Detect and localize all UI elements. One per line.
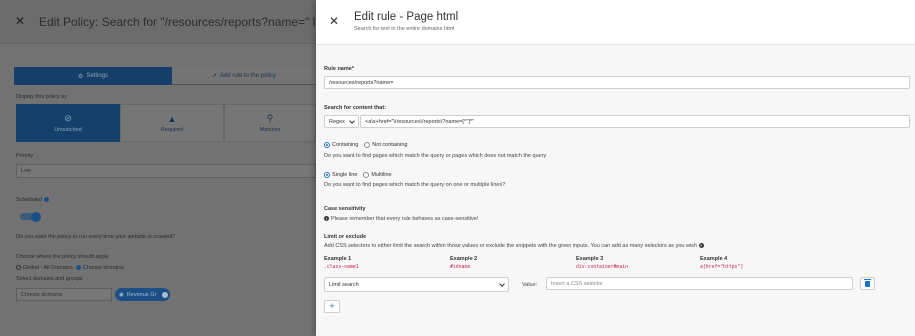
rule-name-input[interactable]: /resources/reports?name= bbox=[324, 76, 910, 89]
search-query-input[interactable]: <a\s+href="\/resources\/reports\?name=[^… bbox=[360, 115, 910, 128]
radio-containing[interactable] bbox=[324, 142, 330, 148]
drawer-header: ✕ Edit rule - Page html Search for text … bbox=[316, 0, 915, 45]
case-label: Case sensitivity bbox=[324, 206, 366, 212]
gear-icon: ⚙ bbox=[77, 73, 84, 80]
line-help: Do you want to find pages which match th… bbox=[324, 182, 506, 188]
where-options: Global - All Domains Choose domains bbox=[16, 265, 124, 271]
example-1-code: .class-name1 bbox=[324, 265, 359, 270]
display-label: Display this policy as bbox=[16, 94, 68, 100]
add-selector-button[interactable]: + bbox=[324, 300, 340, 313]
radio-multiline[interactable] bbox=[363, 172, 370, 178]
example-3-code: div.container#main bbox=[576, 265, 628, 270]
priority-select: Low bbox=[16, 164, 316, 178]
where-label: Choose where the policy should apply bbox=[16, 254, 109, 260]
search-label: Search for content that: bbox=[324, 105, 387, 111]
example-2-title: Example 2 bbox=[450, 256, 478, 262]
radio-global bbox=[16, 265, 21, 271]
help-icon: ? bbox=[698, 243, 704, 248]
value-label: Value: bbox=[522, 282, 538, 288]
search-mode-select[interactable]: Regex bbox=[324, 115, 359, 128]
limit-label: Limit or exclude bbox=[324, 234, 367, 240]
mouse-pointer-icon: ➚ bbox=[211, 73, 217, 79]
priority-label: Priority bbox=[16, 153, 34, 159]
drawer-title: Edit rule - Page html bbox=[354, 11, 459, 23]
domains-label: Select domains and groups bbox=[16, 276, 83, 282]
example-1-title: Example 1 bbox=[324, 256, 352, 262]
display-option-required: ▲ Required bbox=[120, 104, 224, 142]
background-page: ✕ Edit Policy: Search for "/resources/re… bbox=[0, 0, 316, 336]
warning-icon: ▲ bbox=[167, 113, 177, 124]
line-options: Single line Multiline bbox=[324, 172, 392, 178]
background-close-icon: ✕ bbox=[15, 14, 26, 28]
toggle-knob bbox=[31, 211, 41, 222]
css-selector-input[interactable]: Insert a CSS selector bbox=[546, 277, 853, 290]
domain-chip: ◉ Revenue Gr bbox=[115, 288, 170, 301]
radio-choose-domains bbox=[75, 265, 81, 271]
display-option-matches: ⚲ Matches bbox=[224, 104, 316, 142]
case-note: i Please remember that every rule behaves… bbox=[324, 216, 479, 222]
scheduled-toggle bbox=[20, 211, 41, 222]
ban-icon: ⊘ bbox=[64, 113, 72, 123]
display-option-unwatched: ⊘ Unwatched bbox=[16, 104, 120, 142]
rule-name-label: Rule name* bbox=[324, 66, 354, 72]
info-icon bbox=[43, 197, 49, 203]
background-tabs: ⚙ Settings ➚ Add rule to the policy bbox=[14, 67, 316, 85]
drawer-subtitle: Search for text in the entire domains ht… bbox=[354, 26, 455, 32]
chip-remove-icon bbox=[162, 291, 168, 298]
example-4-code: a[href="https"] bbox=[700, 265, 744, 270]
limit-select[interactable]: Limit search bbox=[324, 277, 509, 292]
scheduled-label: Scheduled bbox=[16, 197, 51, 203]
example-4-title: Example 4 bbox=[700, 256, 728, 262]
example-3-title: Example 3 bbox=[576, 256, 604, 262]
chip-check-icon: ◉ bbox=[119, 291, 124, 298]
tab-add-rule: ➚ Add rule to the policy bbox=[172, 67, 316, 85]
info-icon: i bbox=[324, 216, 329, 221]
domains-input: Choose domains bbox=[16, 288, 112, 301]
search-icon: ⚲ bbox=[266, 113, 274, 123]
delete-selector-button[interactable] bbox=[860, 277, 875, 290]
scheduled-help: Do you want the policy to run every time… bbox=[16, 234, 176, 240]
tab-settings: ⚙ Settings bbox=[14, 67, 172, 85]
trash-icon bbox=[864, 278, 871, 287]
background-header: ✕ Edit Policy: Search for "/resources/re… bbox=[0, 0, 316, 44]
edit-rule-drawer: ✕ Edit rule - Page html Search for text … bbox=[316, 0, 915, 336]
background-title: Edit Policy: Search for "/resources/repo… bbox=[39, 15, 316, 29]
limit-help: Add CSS selectors to either limit the se… bbox=[324, 243, 704, 249]
example-2-code: #idname bbox=[450, 265, 471, 270]
radio-not-containing[interactable] bbox=[364, 142, 371, 148]
contain-help: Do you want to find pages which match th… bbox=[324, 153, 547, 159]
display-options: ⊘ Unwatched ▲ Required ⚲ Matches bbox=[16, 104, 316, 142]
contain-options: Containing Not containing bbox=[324, 142, 407, 148]
chevron-down-icon bbox=[349, 117, 355, 124]
drawer-body: Rule name* /resources/reports?name= Sear… bbox=[316, 45, 915, 336]
chevron-down-icon bbox=[499, 280, 505, 287]
radio-single-line[interactable] bbox=[324, 172, 330, 178]
close-icon[interactable]: ✕ bbox=[329, 15, 339, 27]
